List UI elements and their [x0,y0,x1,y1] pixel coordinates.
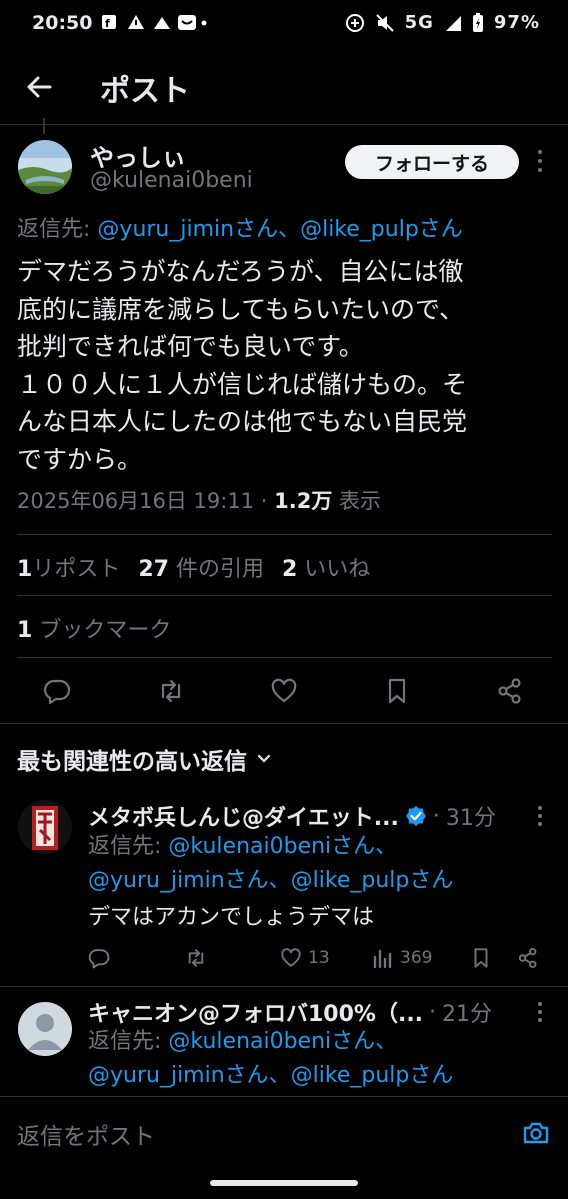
page-title: ポスト [100,74,190,109]
views-count: 1.2万 [274,489,333,513]
reply-time[interactable]: 31分 [446,800,496,832]
reply-target-line2[interactable]: @yuru_jiminさん、@like_pulpさん [88,1063,453,1088]
verified-badge-icon [405,806,426,826]
network-label: 5G [404,12,434,33]
likes-count: 2 [281,557,298,582]
reply-prefix: 返信先: [88,1029,162,1054]
header-divider [0,124,568,125]
reply-more-icon[interactable] [536,1002,544,1022]
reply-like[interactable]: 13 [280,947,330,969]
repost-icon[interactable] [157,677,185,705]
reply-repost-icon[interactable] [185,947,207,969]
replies-sort-label: 最も関連性の高い返信 [17,749,247,775]
like-icon[interactable] [270,677,298,705]
reply-display-name[interactable]: メタボ兵しんじ@ダイエット... [88,800,399,832]
gesture-nav-bar[interactable] [210,1180,358,1186]
app-header: ポスト [0,50,568,122]
reply-bookmark-icon[interactable] [470,947,492,969]
bookmark-icon[interactable] [383,677,411,705]
tweet-timestamp[interactable]: 2025年06月16日 19:11 [17,489,254,513]
reply-share-icon[interactable] [517,947,539,969]
reply-header: メタボ兵しんじ@ダイエット... · 31分 [88,800,496,832]
reply-more-icon[interactable] [536,806,544,826]
reply-input[interactable]: 返信をポスト [17,1117,155,1151]
reply-like-icon [281,948,301,967]
reply-targets-link[interactable]: @yuru_jiminさん、@like_pulpさん [97,217,462,242]
notification-icons: f [100,12,220,39]
battery-level: 97% [493,12,540,33]
reply-time-separator: · [429,999,437,1025]
reposts-label: リポスト [32,557,121,582]
reply-avatar[interactable] [18,800,72,854]
reply-views[interactable]: 369 [372,947,432,969]
tweet-meta: 2025年06月16日 19:11 · 1.2万 表示 [17,485,381,515]
quotes-stat[interactable]: 27 件の引用 [138,551,264,583]
reply-view-count: 369 [400,948,433,968]
thread-connector [43,118,45,134]
author-avatar-image [18,140,72,194]
bookmarks-label: ブックマーク [39,618,172,643]
signal-icon [445,15,461,31]
reply-context: 返信先: @yuru_jiminさん、@like_pulpさん [17,211,463,243]
battery-icon [472,12,483,32]
stats-divider-top [17,534,552,535]
views-chart-icon [373,949,392,969]
reply-target-line1[interactable]: @kulenai0beniさん、 [168,1029,397,1054]
data-saver-icon [345,13,364,32]
reply-time[interactable]: 21分 [442,996,492,1028]
stats-divider-mid [17,595,552,596]
notification-icons-svg: f [102,15,207,30]
reply-avatar-image [18,800,72,854]
reply-icon[interactable] [43,677,71,705]
back-arrow-icon[interactable] [22,70,56,104]
reply-avatar[interactable] [18,1002,72,1056]
chevron-down-icon [257,754,271,763]
camera-icon[interactable] [522,1119,550,1147]
follow-button[interactable]: フォローする [345,145,519,179]
reply-composer: 返信をポスト [0,1096,568,1168]
reply-header: キャニオン@フォロバ100%（... · 21分 [88,996,492,1028]
reply-context: 返信先: @kulenai0beniさん、 @yuru_jiminさん、@lik… [88,830,453,898]
meta-separator: · [260,489,275,513]
reply-prefix: 返信先: [88,834,162,859]
reply-reply-icon[interactable] [88,947,110,969]
more-options-icon[interactable] [536,150,544,172]
quotes-label: 件の引用 [175,557,264,582]
mute-icon [375,13,394,32]
likes-label: いいね [304,557,371,582]
reply-target-line1[interactable]: @kulenai0beniさん、 [168,834,397,859]
reply-time-separator: · [432,803,440,829]
reply-text: デマはアカンでしょうデマは [88,905,375,930]
engagement-stats: 1リポスト 27 件の引用 2 いいね [17,551,370,583]
tweet-text: デマだろうがなんだろうが、自公には徹 底的に議席を減らしてもらいたいので、 批判… [17,257,468,474]
reply-target-line2[interactable]: @yuru_jiminさん、@like_pulpさん [88,868,453,893]
likes-stat[interactable]: 2 いいね [282,551,370,583]
actions-divider [0,723,568,724]
reply-divider [0,986,568,987]
reposts-count: 1 [17,557,33,582]
quotes-count: 27 [138,557,169,582]
status-right: 5G 97% [345,12,540,33]
reply-like-count: 13 [308,948,330,968]
reposts-stat[interactable]: 1リポスト [17,551,120,583]
bookmarks-count: 1 [17,618,33,643]
author-handle[interactable]: @kulenai0beni [90,168,253,193]
reply-prefix: 返信先: [17,217,91,242]
views-label: 表示 [339,489,382,513]
bookmarks-stat[interactable]: 1 ブックマーク [17,612,171,644]
stats-divider-bottom [17,657,552,658]
replies-sort-toggle[interactable]: 最も関連性の高い返信 [17,742,273,776]
status-time: 20:50 [32,12,93,34]
share-icon[interactable] [496,677,524,705]
default-avatar-icon [18,1002,72,1056]
author-avatar[interactable] [18,140,72,194]
status-bar: 20:50 f 5G 97% [0,0,568,46]
svg-text:f: f [105,17,116,30]
reply-context: 返信先: @kulenai0beniさん、 @yuru_jiminさん、@lik… [88,1025,453,1093]
reply-display-name[interactable]: キャニオン@フォロバ100%（... [88,996,423,1028]
